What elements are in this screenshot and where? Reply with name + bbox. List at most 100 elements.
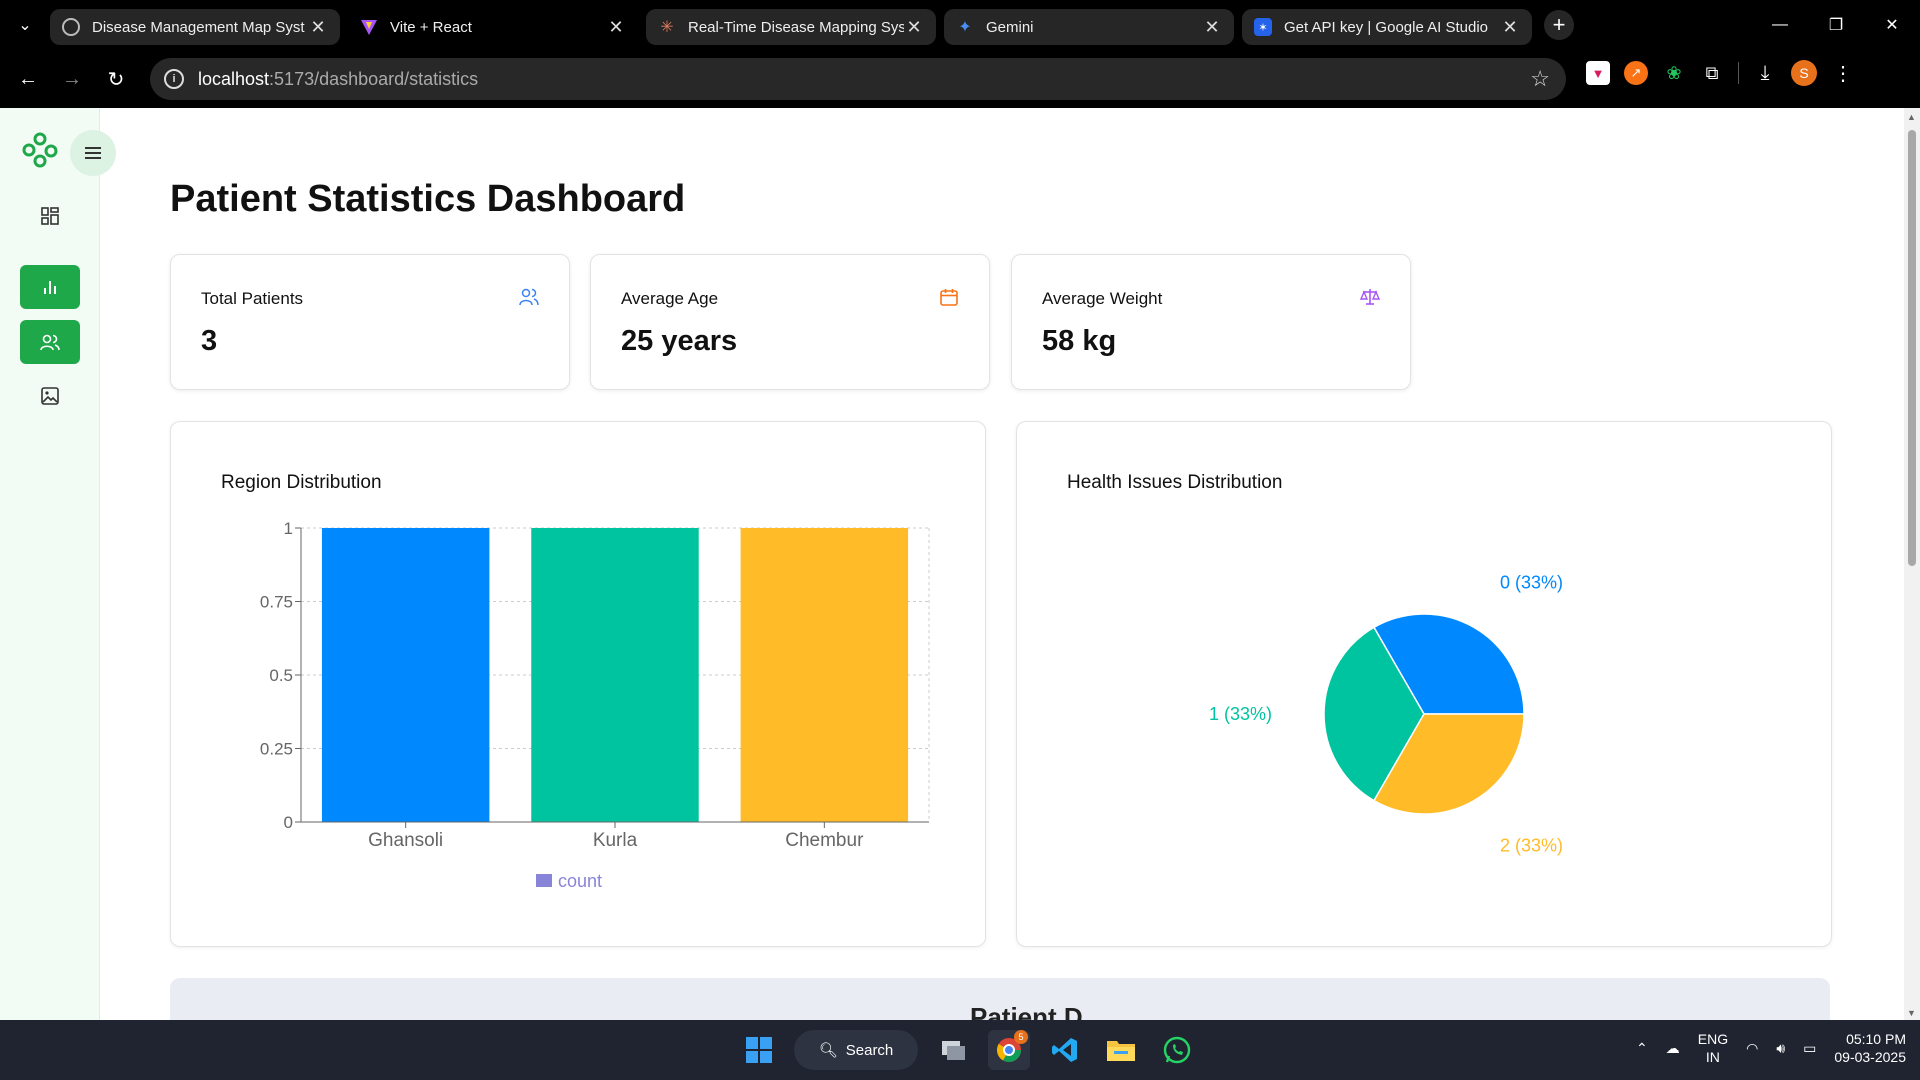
pocket-extension-icon[interactable]: ▼ <box>1586 61 1610 85</box>
stat-value: 3 <box>201 325 218 357</box>
legend-swatch <box>536 874 552 887</box>
bookmark-star-icon[interactable]: ☆ <box>1530 66 1550 92</box>
tab-search-chevron-icon[interactable]: ⌄ <box>0 0 50 50</box>
tab-google-ai-studio[interactable]: ✶ Get API key | Google AI Studio ✕ <box>1242 9 1532 45</box>
y-tick-label: 0.25 <box>260 740 293 759</box>
tab-title: Gemini <box>986 18 1034 36</box>
close-icon[interactable]: ✕ <box>606 17 626 38</box>
scale-icon <box>1360 289 1380 305</box>
image-icon <box>41 387 59 405</box>
windows-start-icon[interactable] <box>738 1030 780 1070</box>
calendar-icon <box>940 289 958 306</box>
search-icon: 🔍︎ <box>818 1042 838 1059</box>
profile-avatar[interactable]: S <box>1791 60 1817 86</box>
stat-value: 25 years <box>621 325 738 357</box>
menu-kebab-icon[interactable]: ⋮ <box>1831 61 1855 85</box>
tab-disease-management[interactable]: Disease Management Map Syst ✕ <box>50 9 340 45</box>
tab-vite-react[interactable]: Vite + React ✕ <box>348 9 638 45</box>
reload-icon[interactable]: ↻ <box>94 59 138 99</box>
file-explorer-icon[interactable] <box>1100 1030 1142 1070</box>
tab-title: Real-Time Disease Mapping Sys <box>688 18 904 36</box>
region-distribution-card: Region Distribution 0 0.25 0.5 0.75 1 Ghansol… <box>170 421 986 947</box>
close-icon[interactable]: ✕ <box>1202 17 1222 38</box>
close-icon[interactable]: ✕ <box>308 17 328 38</box>
tab-gemini[interactable]: ✦ Gemini ✕ <box>944 9 1234 45</box>
pie-label: 1 (33%) <box>1209 704 1272 724</box>
stat-card-total-patients: Total Patients 3 <box>170 254 570 390</box>
sidebar-item-images[interactable] <box>20 374 80 418</box>
notification-badge: 5 <box>1014 1030 1028 1044</box>
hamburger-icon <box>85 147 101 159</box>
close-icon[interactable]: ✕ <box>1500 17 1520 38</box>
gemini-sparkle-icon: ✦ <box>958 19 972 36</box>
address-bar[interactable]: i localhost:5173/dashboard/statistics ☆ <box>150 58 1566 100</box>
scroll-down-icon[interactable]: ▼ <box>1907 1008 1916 1018</box>
health-issues-card: Health Issues Distribution 0 (33%) 1 (33%… <box>1016 421 1832 947</box>
new-tab-button[interactable]: + <box>1544 10 1574 40</box>
site-info-icon[interactable]: i <box>164 69 184 89</box>
taskbar-apps: 🔍︎ Search 5 <box>738 1030 1198 1070</box>
tab-title: Vite + React <box>390 18 472 36</box>
minimize-icon[interactable]: — <box>1752 0 1808 50</box>
volume-icon[interactable]: 🔊︎ <box>1776 1040 1785 1057</box>
restore-icon[interactable]: ❐ <box>1808 0 1864 50</box>
battery-icon[interactable]: ▭ <box>1803 1040 1816 1057</box>
x-tick-label: Ghansoli <box>368 830 443 851</box>
clock[interactable]: 05:10 PM 09-03-2025 <box>1834 1030 1906 1066</box>
extension-orange-icon[interactable]: ↗ <box>1624 61 1648 85</box>
dashboard-grid-icon <box>41 207 59 225</box>
sidebar-item-patients[interactable] <box>20 320 80 364</box>
back-icon[interactable]: ← <box>6 59 50 99</box>
sidebar-item-statistics[interactable] <box>20 265 80 309</box>
onedrive-cloud-icon[interactable]: ☁ <box>1666 1040 1680 1057</box>
whatsapp-icon[interactable] <box>1156 1030 1198 1070</box>
page-scrollbar[interactable]: ▲ ▼ <box>1904 108 1920 1020</box>
health-issues-pie-chart: 0 (33%) 1 (33%) 2 (33%) <box>1209 572 1563 855</box>
close-window-icon[interactable]: ✕ <box>1864 0 1920 50</box>
toolbar: ← → ↻ i localhost:5173/dashboard/statist… <box>0 50 1920 108</box>
task-view-icon[interactable] <box>932 1030 974 1070</box>
pie-label: 0 (33%) <box>1500 572 1563 592</box>
tab-title: Get API key | Google AI Studio <box>1284 18 1489 36</box>
x-tick-label: Chembur <box>785 830 864 851</box>
section-title: Patient D <box>970 1002 1083 1020</box>
url-host: localhost <box>198 68 270 89</box>
scrollbar-thumb[interactable] <box>1908 130 1916 566</box>
menu-toggle-button[interactable] <box>70 130 116 176</box>
vscode-icon[interactable] <box>1044 1030 1086 1070</box>
stat-label: Total Patients <box>201 289 304 308</box>
forward-icon[interactable]: → <box>50 59 94 99</box>
toolbar-divider <box>1738 62 1739 84</box>
globe-icon <box>62 18 80 36</box>
stat-value: 58 kg <box>1042 325 1117 357</box>
lang-code: ENG <box>1697 1031 1729 1047</box>
y-tick-label: 0 <box>284 813 293 832</box>
sidebar-item-dashboard[interactable] <box>20 194 80 238</box>
taskbar: 🔍︎ Search 5 ⌃ ☁ ENG IN ◠ 🔊︎ ▭ 05:10 PM 0… <box>0 1020 1920 1080</box>
y-tick-label: 0.75 <box>260 593 293 612</box>
extensions-area: ▼ ↗ ❀ ⧉ ⤓ S ⋮ <box>1586 60 1855 86</box>
url-text: localhost:5173/dashboard/statistics <box>198 69 478 90</box>
clock-date: 09-03-2025 <box>1834 1049 1906 1065</box>
extension-green-icon[interactable]: ❀ <box>1662 61 1686 85</box>
sidebar <box>0 108 116 1020</box>
stat-card-average-age: Average Age 25 years <box>590 254 990 390</box>
close-icon[interactable]: ✕ <box>904 17 924 38</box>
tab-strip: ⌄ Disease Management Map Syst ✕ Vite + R… <box>0 0 1920 50</box>
window-controls: — ❐ ✕ <box>1752 0 1920 50</box>
vite-logo-icon <box>360 18 378 36</box>
chrome-taskbar-icon[interactable]: 5 <box>988 1030 1030 1070</box>
scroll-up-icon[interactable]: ▲ <box>1907 112 1916 122</box>
bar-chart-icon <box>44 281 56 294</box>
ai-studio-icon: ✶ <box>1254 18 1272 36</box>
search-label: Search <box>845 1041 894 1059</box>
extensions-puzzle-icon[interactable]: ⧉ <box>1700 61 1724 85</box>
tab-real-time-mapping[interactable]: ✳ Real-Time Disease Mapping Sys ✕ <box>646 9 936 45</box>
wifi-icon[interactable]: ◠ <box>1746 1040 1758 1057</box>
users-icon <box>519 288 539 306</box>
legend-label: count <box>558 871 602 891</box>
taskbar-search-button[interactable]: 🔍︎ Search <box>794 1030 918 1070</box>
language-indicator[interactable]: ENG IN <box>1698 1030 1728 1066</box>
chevron-up-icon[interactable]: ⌃ <box>1636 1040 1648 1057</box>
download-icon[interactable]: ⤓ <box>1753 61 1777 85</box>
